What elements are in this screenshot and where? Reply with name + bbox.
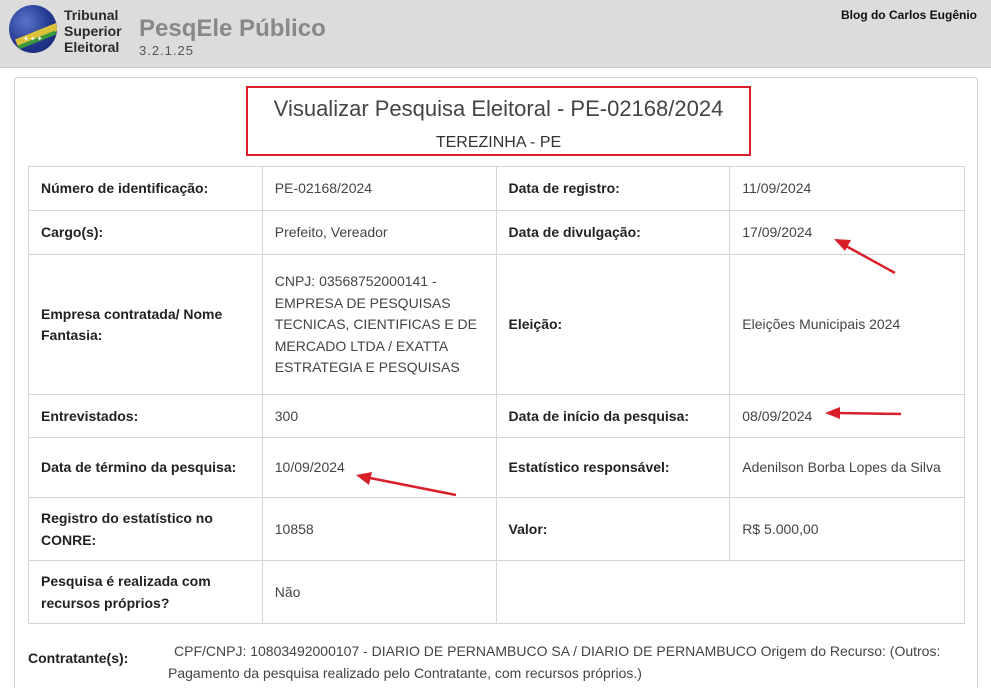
page-title: Visualizar Pesquisa Eleitoral - PE-02168… [273,96,724,121]
cargo-value: Prefeito, Vereador [261,210,497,255]
table-row: Entrevistados: 300 Data de início da pes… [28,394,965,438]
divulgacao-label: Data de divulgação: [495,210,731,255]
termino-value: 10/09/2024 [261,437,497,498]
registro-value: 11/09/2024 [729,166,965,211]
numero-value: PE-02168/2024 [261,166,497,211]
entrevistados-label: Entrevistados: [28,394,263,438]
estatistico-label: Estatístico responsável: [495,437,731,498]
estatistico-value: Adenilson Borba Lopes da Silva [729,437,965,498]
registro-label: Data de registro: [495,166,731,211]
app-version: 3.2.1.25 [139,43,194,58]
tse-logo-icon: ✦✦✦ [9,5,57,53]
table-row: Registro do estatístico no CONRE: 10858 … [28,497,965,561]
termino-label: Data de término da pesquisa: [28,437,263,498]
page-location: TEREZINHA - PE [435,134,562,151]
table-row: Pesquisa é realizada com recursos própri… [28,560,966,624]
valor-value: R$ 5.000,00 [729,497,965,561]
cargo-label: Cargo(s): [28,210,263,255]
table-row: Número de identificação: PE-02168/2024 D… [28,166,965,211]
app-title: PesqEle Público [139,15,326,42]
blog-watermark: Blog do Carlos Eugênio [840,8,977,22]
survey-details-table: Número de identificação: PE-02168/2024 D… [28,166,966,624]
eleicao-label: Eleição: [495,254,731,395]
numero-label: Número de identificação: [28,166,263,211]
top-header: ✦✦✦ Tribunal Superior Eleitoral PesqEle … [0,0,991,68]
inicio-value: 08/09/2024 [729,394,965,438]
empty-cell [495,560,966,624]
proprios-label: Pesquisa é realizada com recursos própri… [28,560,263,624]
inicio-label: Data de início da pesquisa: [495,394,731,438]
tse-logo-text: Tribunal Superior Eleitoral [64,7,122,55]
table-row: Cargo(s): Prefeito, Vereador Data de div… [28,210,965,255]
empresa-value: CNPJ: 03568752000141 - EMPRESA DE PESQUI… [261,254,497,395]
divulgacao-value: 17/09/2024 [729,210,965,255]
title-highlight-box: Visualizar Pesquisa Eleitoral - PE-02168… [246,86,751,156]
eleicao-value: Eleições Municipais 2024 [729,254,965,395]
entrevistados-value: 300 [261,394,497,438]
proprios-value: Não [261,560,497,624]
conre-label: Registro do estatístico no CONRE: [28,497,263,561]
table-row: Empresa contratada/ Nome Fantasia: CNPJ:… [28,254,965,395]
table-row: Data de término da pesquisa: 10/09/2024 … [28,437,965,498]
contratante-label: Contratante(s): [28,650,129,666]
contratante-value: CPF/CNPJ: 10803492000107 - DIARIO DE PER… [168,643,941,681]
empresa-label: Empresa contratada/ Nome Fantasia: [28,254,263,395]
valor-label: Valor: [495,497,731,561]
conre-value: 10858 [261,497,497,561]
